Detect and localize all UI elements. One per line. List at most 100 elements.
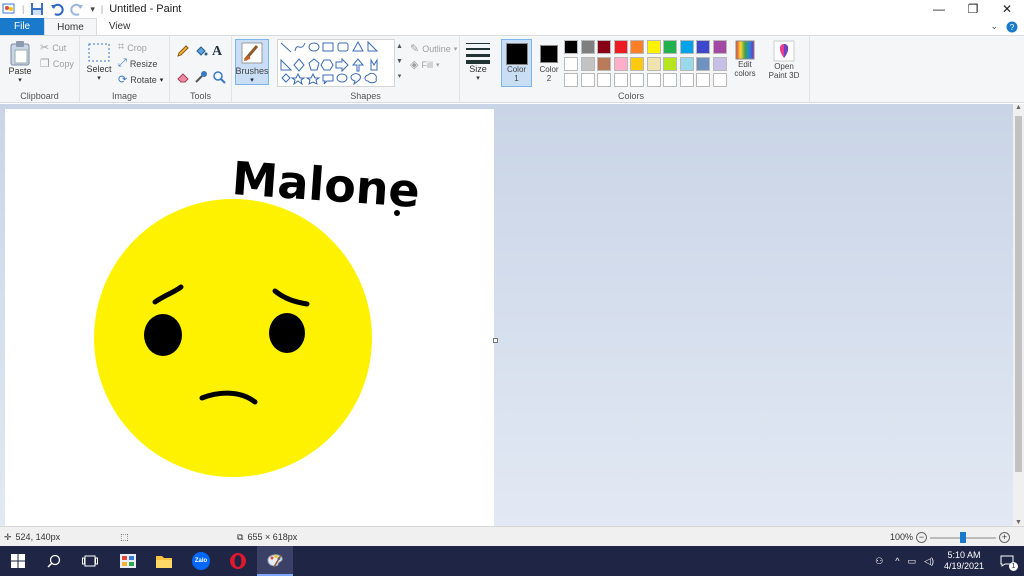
- customize-qat-icon[interactable]: ▾: [90, 4, 95, 15]
- select-dropdown-icon[interactable]: ▾: [97, 74, 101, 82]
- clock[interactable]: 5:10 AM 4/19/2021: [938, 550, 990, 572]
- cut-button[interactable]: ✂ Cut: [40, 41, 66, 54]
- scroll-up-icon[interactable]: ▲: [1015, 104, 1022, 111]
- palette-swatch[interactable]: [597, 56, 611, 71]
- palette-swatch[interactable]: [663, 56, 677, 71]
- start-button[interactable]: [0, 546, 36, 576]
- scrollbar-thumb[interactable]: [1015, 116, 1022, 472]
- zoom-slider-thumb[interactable]: [960, 531, 967, 543]
- palette-swatch[interactable]: [597, 40, 611, 54]
- palette-swatch[interactable]: [696, 56, 710, 71]
- resize-button[interactable]: ⤢ Resize: [118, 57, 157, 70]
- palette-swatch[interactable]: [663, 40, 677, 54]
- minimize-button[interactable]: —: [922, 0, 956, 18]
- palette-swatch[interactable]: [564, 56, 578, 71]
- palette-swatch[interactable]: [580, 73, 595, 87]
- palette-swatch[interactable]: [679, 73, 694, 87]
- drawing-canvas[interactable]: Malone: [5, 109, 494, 526]
- palette-swatch[interactable]: [663, 73, 677, 87]
- zoom-in-button[interactable]: +: [999, 531, 1011, 543]
- copy-button[interactable]: ❐ Copy: [40, 57, 74, 70]
- close-button[interactable]: ✕: [990, 0, 1024, 18]
- select-button[interactable]: Select ▾: [84, 42, 114, 82]
- size-button[interactable]: Size ▾: [462, 40, 494, 82]
- show-hidden-icons[interactable]: ^: [891, 556, 903, 566]
- pencil-icon[interactable]: [176, 44, 190, 58]
- eraser-icon[interactable]: [176, 70, 190, 84]
- palette-swatch[interactable]: [696, 40, 710, 54]
- rotate-dropdown-icon[interactable]: ▾: [160, 76, 164, 84]
- restore-button[interactable]: ❐: [956, 0, 990, 18]
- fill-dropdown-icon[interactable]: ▾: [436, 61, 440, 69]
- palette-swatch[interactable]: [646, 56, 661, 71]
- zoom-out-button[interactable]: −: [916, 531, 928, 543]
- paste-button[interactable]: Paste ▾: [6, 40, 34, 84]
- fill-button[interactable]: ◈ Fill ▾: [410, 58, 439, 71]
- rotate-button[interactable]: ⟳ Rotate ▾: [118, 73, 163, 86]
- open-paint3d-button[interactable]: Open Paint 3D: [764, 40, 804, 88]
- outline-dropdown-icon[interactable]: ▾: [454, 45, 458, 53]
- tab-view[interactable]: View: [97, 18, 143, 35]
- palette-swatch[interactable]: [580, 40, 595, 54]
- collapse-ribbon-icon[interactable]: ⌄: [990, 21, 998, 32]
- task-view-button[interactable]: [72, 546, 108, 576]
- volume-icon[interactable]: ◁): [920, 556, 938, 567]
- fill-bucket-icon[interactable]: [194, 44, 208, 58]
- color1-button[interactable]: Color 1: [501, 39, 532, 87]
- edit-colors-button[interactable]: Edit colors: [732, 40, 758, 88]
- help-icon[interactable]: ?: [1006, 21, 1018, 33]
- shapes-scroll-down-icon[interactable]: ▼: [396, 54, 403, 69]
- magnifier-icon[interactable]: [212, 70, 226, 84]
- color2-button[interactable]: Color 2: [536, 39, 562, 87]
- palette-swatch[interactable]: [597, 73, 611, 87]
- redo-icon[interactable]: [70, 2, 84, 16]
- battery-icon[interactable]: ▭: [904, 556, 921, 567]
- size-dropdown-icon[interactable]: ▾: [476, 74, 480, 82]
- action-center-button[interactable]: 1: [990, 546, 1024, 576]
- shapes-scroll-up-icon[interactable]: ▲: [396, 39, 403, 54]
- palette-swatch[interactable]: [646, 40, 661, 54]
- outline-button[interactable]: ✎ Outline ▾: [410, 42, 457, 55]
- palette-swatch[interactable]: [580, 56, 595, 71]
- shapes-scroll[interactable]: ▲ ▼ ▾: [395, 39, 404, 87]
- paste-dropdown-icon[interactable]: ▾: [18, 76, 22, 84]
- palette-swatch[interactable]: [564, 73, 578, 87]
- shapes-expand-icon[interactable]: ▾: [398, 69, 402, 84]
- tab-file[interactable]: File: [0, 18, 45, 35]
- taskbar-app-zalo[interactable]: Zalo: [183, 546, 219, 576]
- taskbar-app-paint[interactable]: [257, 546, 293, 576]
- vertical-scrollbar[interactable]: ▲ ▼: [1013, 104, 1024, 526]
- color-picker-icon[interactable]: [194, 70, 208, 84]
- text-tool-icon[interactable]: A: [212, 44, 228, 60]
- undo-icon[interactable]: [50, 2, 65, 16]
- people-icon[interactable]: ⚇: [867, 556, 891, 567]
- crop-button[interactable]: ⌗ Crop: [118, 41, 147, 54]
- palette-swatch[interactable]: [613, 40, 628, 54]
- brushes-button[interactable]: Brushes ▾: [235, 39, 269, 85]
- palette-swatch[interactable]: [564, 40, 578, 54]
- palette-swatch[interactable]: [630, 40, 644, 54]
- palette-swatch[interactable]: [630, 73, 644, 87]
- palette-swatch[interactable]: [646, 73, 661, 87]
- rotate-label: Rotate: [130, 74, 157, 85]
- palette-swatch[interactable]: [712, 56, 727, 71]
- palette-swatch[interactable]: [712, 40, 727, 54]
- save-icon[interactable]: [30, 2, 44, 16]
- palette-swatch[interactable]: [679, 40, 694, 54]
- shapes-gallery[interactable]: [277, 39, 395, 87]
- scroll-down-icon[interactable]: ▼: [1015, 519, 1022, 526]
- canvas-resize-handle[interactable]: [493, 338, 498, 343]
- taskbar-app-file-explorer[interactable]: [146, 546, 182, 576]
- tab-home[interactable]: Home: [44, 18, 97, 35]
- taskbar-app-photos[interactable]: [110, 546, 146, 576]
- brushes-dropdown-icon[interactable]: ▾: [250, 76, 254, 84]
- palette-swatch[interactable]: [696, 73, 710, 87]
- palette-swatch[interactable]: [630, 56, 644, 71]
- palette-swatch[interactable]: [613, 73, 628, 87]
- palette-swatch[interactable]: [613, 56, 628, 71]
- palette-swatch[interactable]: [679, 56, 694, 71]
- palette-swatch[interactable]: [712, 73, 727, 87]
- zoom-slider[interactable]: [930, 531, 997, 543]
- taskbar-app-opera[interactable]: [220, 546, 256, 576]
- search-button[interactable]: [36, 546, 72, 576]
